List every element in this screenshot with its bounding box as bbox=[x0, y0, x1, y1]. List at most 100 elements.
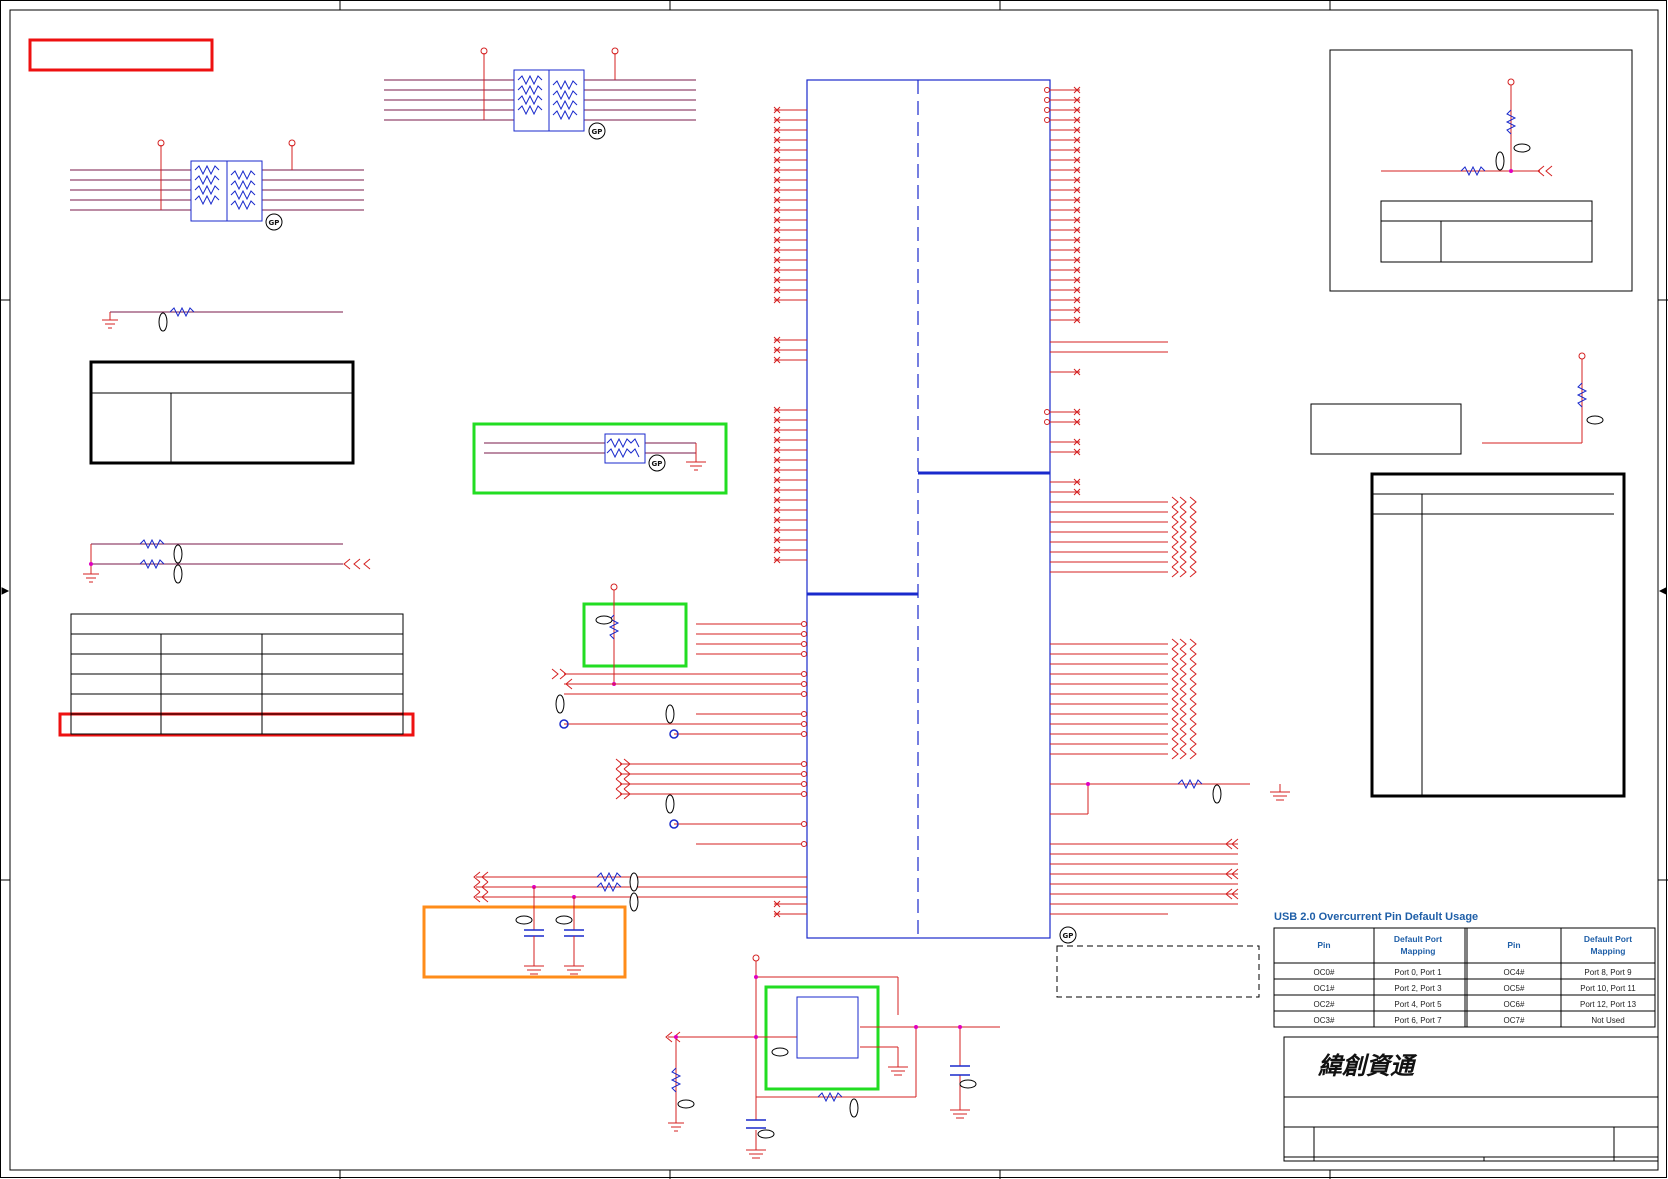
dashed-note-box bbox=[1056, 945, 1260, 998]
pin-circle bbox=[1044, 409, 1050, 415]
usb-table-cell: OC6# bbox=[1504, 1000, 1525, 1009]
diff-connector-arrow bbox=[1171, 678, 1187, 690]
diff-connector-arrow bbox=[1171, 536, 1187, 548]
gp-marker: GP bbox=[265, 213, 283, 231]
pullup-resistor-green-2 bbox=[595, 583, 620, 686]
diff-connector-arrow bbox=[1189, 556, 1197, 568]
usb-table-cell: Port 10, Port 11 bbox=[1580, 984, 1636, 993]
usb-table-cell: Port 4, Port 5 bbox=[1394, 1000, 1442, 1009]
bottom-right-connectors bbox=[1050, 838, 1239, 905]
capacitor-marker-right bbox=[1212, 784, 1222, 804]
gp-marker: GP bbox=[1059, 926, 1077, 944]
diff-connector-arrow bbox=[1171, 748, 1187, 760]
diff-connector-arrow bbox=[1189, 638, 1197, 650]
diff-connector-arrow bbox=[1171, 698, 1187, 710]
diff-connector-arrow bbox=[1171, 718, 1187, 730]
resistor-pair-left bbox=[83, 538, 371, 584]
th-mapping-1: Default Port Mapping bbox=[1394, 934, 1442, 956]
main-ic bbox=[806, 79, 1051, 939]
schematic-sheet: GP GP GP GP USB 2.0 Overcurrent Pin Defa… bbox=[0, 0, 1668, 1179]
resistor-array-top-left: GP bbox=[70, 139, 364, 231]
diff-connector-arrow bbox=[1189, 668, 1197, 680]
right-side-nets bbox=[1050, 341, 1290, 915]
diff-connector-arrow bbox=[1171, 506, 1187, 518]
pin-circles-left bbox=[801, 621, 807, 847]
diff-connector-arrow bbox=[1171, 638, 1187, 650]
usb-table-cell: Port 12, Port 13 bbox=[1580, 1000, 1637, 1009]
diff-connector-arrow bbox=[1189, 748, 1197, 760]
diff-connector-arrow bbox=[1171, 728, 1187, 740]
th-mapping-2: Default Port Mapping bbox=[1584, 934, 1632, 956]
diff-connector-arrow bbox=[1171, 556, 1187, 568]
usb-table-cell: OC5# bbox=[1504, 984, 1525, 993]
usb-table-cell: Not Used bbox=[1591, 1016, 1624, 1025]
diff-connector-arrow bbox=[1171, 526, 1187, 538]
pin-circle bbox=[1044, 97, 1050, 103]
config-table-left bbox=[70, 613, 404, 735]
pin-circle bbox=[1044, 419, 1050, 425]
title-block: 緯創資通 bbox=[1283, 1036, 1659, 1162]
diff-connector-arrow bbox=[1189, 708, 1197, 720]
usb-table-cell: OC0# bbox=[1314, 968, 1335, 977]
diff-connector-arrow bbox=[1189, 688, 1197, 700]
note-box-right-small bbox=[1310, 403, 1462, 455]
usb-table-title: USB 2.0 Overcurrent Pin Default Usage bbox=[1274, 911, 1478, 923]
diff-connector-arrow bbox=[1171, 708, 1187, 720]
diff-connector-arrow bbox=[1189, 728, 1197, 740]
company-logo-text: 緯創資通 bbox=[1317, 1051, 1418, 1080]
diff-connector-arrow bbox=[1171, 738, 1187, 750]
svg-text:GP: GP bbox=[1063, 932, 1074, 940]
bottom-center-circuit bbox=[665, 954, 1000, 1159]
usb-table-cell: OC2# bbox=[1314, 1000, 1335, 1009]
diff-connector-arrow bbox=[1189, 648, 1197, 660]
diff-connector-arrow bbox=[1171, 496, 1187, 508]
usb-table-cell: OC4# bbox=[1504, 968, 1525, 977]
green-highlight-box-2 bbox=[582, 602, 688, 668]
pin-circle bbox=[1044, 117, 1050, 123]
diff-connector-arrow bbox=[1171, 668, 1187, 680]
resistor-to-ground-left bbox=[102, 306, 343, 332]
diff-connector-arrow bbox=[1189, 516, 1197, 528]
th-pin-2: Pin bbox=[1507, 940, 1520, 950]
diff-connector-arrow bbox=[1171, 658, 1187, 670]
diff-connector-arrow bbox=[1189, 546, 1197, 558]
green-highlight-box-1 bbox=[472, 422, 728, 495]
differential-pair-connectors bbox=[1050, 496, 1197, 760]
svg-text:GP: GP bbox=[269, 219, 280, 227]
pullup-resistor-right bbox=[1482, 352, 1604, 444]
diff-connector-arrow bbox=[1189, 496, 1197, 508]
resistor-array-top-center: GP bbox=[384, 47, 696, 140]
diff-connector-arrow bbox=[1171, 688, 1187, 700]
usb-table-cell: Port 0, Port 1 bbox=[1394, 968, 1442, 977]
diff-connector-arrow bbox=[1189, 718, 1197, 730]
diff-connector-arrow bbox=[1189, 738, 1197, 750]
diff-connector-arrow bbox=[1189, 526, 1197, 538]
junction-right bbox=[1086, 782, 1090, 786]
usb-table-cell: OC1# bbox=[1314, 984, 1335, 993]
svg-text:GP: GP bbox=[652, 460, 663, 468]
gp-marker: GP bbox=[588, 122, 606, 140]
resistor-array-green-1: GP bbox=[484, 433, 706, 472]
diff-connector-arrow bbox=[1171, 648, 1187, 660]
usb-overcurrent-table: USB 2.0 Overcurrent Pin Default Usage Pi… bbox=[1273, 911, 1656, 1028]
diff-connector-arrow bbox=[1189, 678, 1197, 690]
note-box-left bbox=[89, 360, 355, 465]
red-highlight-box-top bbox=[28, 38, 214, 72]
diff-connector-arrow bbox=[1189, 536, 1197, 548]
diff-connector-arrow bbox=[1189, 566, 1197, 578]
diff-connector-arrow bbox=[1189, 658, 1197, 670]
pin-circle bbox=[1044, 107, 1050, 113]
gp-marker: GP bbox=[648, 454, 666, 472]
diff-connector-arrow bbox=[1171, 516, 1187, 528]
series-resistors-bottom-left bbox=[473, 871, 807, 975]
diff-connector-arrow bbox=[1171, 546, 1187, 558]
nets-into-ic-lower-left bbox=[551, 623, 807, 845]
usb-table-cell: Port 8, Port 9 bbox=[1584, 968, 1632, 977]
capacitor-markers bbox=[555, 694, 675, 814]
usb-table-cell: OC7# bbox=[1504, 1016, 1525, 1025]
th-pin-1: Pin bbox=[1317, 940, 1330, 950]
usb-table-cell: OC3# bbox=[1314, 1016, 1335, 1025]
pin-circle bbox=[1044, 87, 1050, 93]
diff-connector-arrow bbox=[1189, 506, 1197, 518]
usb-table-cell: Port 6, Port 7 bbox=[1394, 1016, 1442, 1025]
